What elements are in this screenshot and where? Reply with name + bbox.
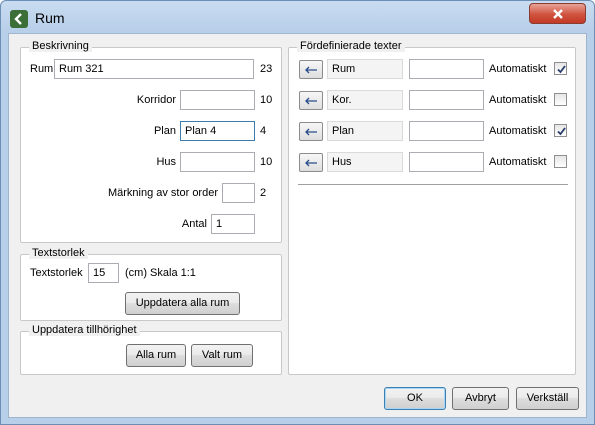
markning-count: 2 xyxy=(260,187,267,199)
predef-plan-checkbox[interactable] xyxy=(554,124,567,137)
plan-label: Plan xyxy=(153,125,176,137)
dialog-window: Rum Beskrivning Rum Rum 321 23 Korridor … xyxy=(0,0,595,425)
arrow-left-icon xyxy=(305,66,317,74)
fordefinierade-title: Fördefinierade texter xyxy=(297,40,405,52)
arrow-left-icon xyxy=(305,97,317,105)
beskrivning-title: Beskrivning xyxy=(29,40,92,52)
insert-rum-button[interactable] xyxy=(299,60,323,79)
markning-label: Märkning av stor order xyxy=(107,187,218,199)
predef-plan-input[interactable] xyxy=(409,121,484,141)
rum-input[interactable]: Rum 321 xyxy=(54,59,254,79)
dialog-body: Beskrivning Rum Rum 321 23 Korridor 10 P… xyxy=(8,33,587,418)
tillhorighet-title: Uppdatera tillhörighet xyxy=(29,324,140,336)
textstorlek-label: Textstorlek xyxy=(30,267,83,279)
predef-kor-input[interactable] xyxy=(409,90,484,110)
predef-plan-auto-label: Automatiskt xyxy=(489,125,547,137)
predef-hus-checkbox[interactable] xyxy=(554,155,567,168)
checkmark-icon xyxy=(557,65,566,74)
insert-hus-button[interactable] xyxy=(299,153,323,172)
beskrivning-group: Beskrivning Rum Rum 321 23 Korridor 10 P… xyxy=(20,40,282,243)
predef-hus-name: Hus xyxy=(327,152,403,172)
app-back-icon xyxy=(10,10,28,28)
title-bar[interactable]: Rum xyxy=(1,1,594,35)
rum-count: 23 xyxy=(260,63,273,75)
arrow-left-icon xyxy=(305,159,317,167)
divider xyxy=(298,184,568,185)
arrow-left-icon xyxy=(305,128,317,136)
plan-input[interactable]: Plan 4 xyxy=(180,121,255,141)
hus-label: Hus xyxy=(156,156,176,168)
close-button[interactable] xyxy=(529,3,586,24)
textstorlek-title: Textstorlek xyxy=(29,247,88,259)
predef-hus-auto-label: Automatiskt xyxy=(489,156,547,168)
predef-kor-auto-label: Automatiskt xyxy=(489,94,547,106)
antal-label: Antal xyxy=(181,218,207,230)
textstorlek-unit: (cm) Skala 1:1 xyxy=(125,267,196,279)
ok-button[interactable]: OK xyxy=(384,387,446,410)
korridor-input[interactable] xyxy=(180,90,255,110)
textstorlek-group: Textstorlek Textstorlek 15 (cm) Skala 1:… xyxy=(20,247,282,321)
predef-rum-input[interactable] xyxy=(409,59,484,79)
antal-input[interactable]: 1 xyxy=(211,214,255,234)
all-rooms-button[interactable]: Alla rum xyxy=(126,344,186,367)
window-title: Rum xyxy=(35,10,65,26)
korridor-count: 10 xyxy=(260,94,273,106)
predef-plan-name: Plan xyxy=(327,121,403,141)
fordefinierade-group: Fördefinierade texter Rum Automatiskt Ko… xyxy=(288,40,576,375)
textstorlek-input[interactable]: 15 xyxy=(88,263,119,283)
predef-rum-name: Rum xyxy=(327,59,403,79)
predef-kor-name: Kor. xyxy=(327,90,403,110)
close-icon xyxy=(553,9,563,19)
hus-count: 10 xyxy=(260,156,273,168)
apply-button[interactable]: Verkställ xyxy=(516,387,579,410)
predef-rum-checkbox[interactable] xyxy=(554,62,567,75)
insert-kor-button[interactable] xyxy=(299,91,323,110)
selected-room-button[interactable]: Valt rum xyxy=(191,344,253,367)
markning-input[interactable] xyxy=(222,183,255,203)
insert-plan-button[interactable] xyxy=(299,122,323,141)
rum-label: Rum xyxy=(30,63,54,75)
update-all-rooms-button[interactable]: Uppdatera alla rum xyxy=(125,292,240,315)
checkmark-icon xyxy=(557,127,566,136)
predef-hus-input[interactable] xyxy=(409,152,484,172)
predef-kor-checkbox[interactable] xyxy=(554,93,567,106)
cancel-button[interactable]: Avbryt xyxy=(452,387,509,410)
korridor-label: Korridor xyxy=(136,94,176,106)
tillhorighet-group: Uppdatera tillhörighet Alla rum Valt rum xyxy=(20,324,282,375)
hus-input[interactable] xyxy=(180,152,255,172)
predef-rum-auto-label: Automatiskt xyxy=(489,63,547,75)
plan-count: 4 xyxy=(260,125,267,137)
